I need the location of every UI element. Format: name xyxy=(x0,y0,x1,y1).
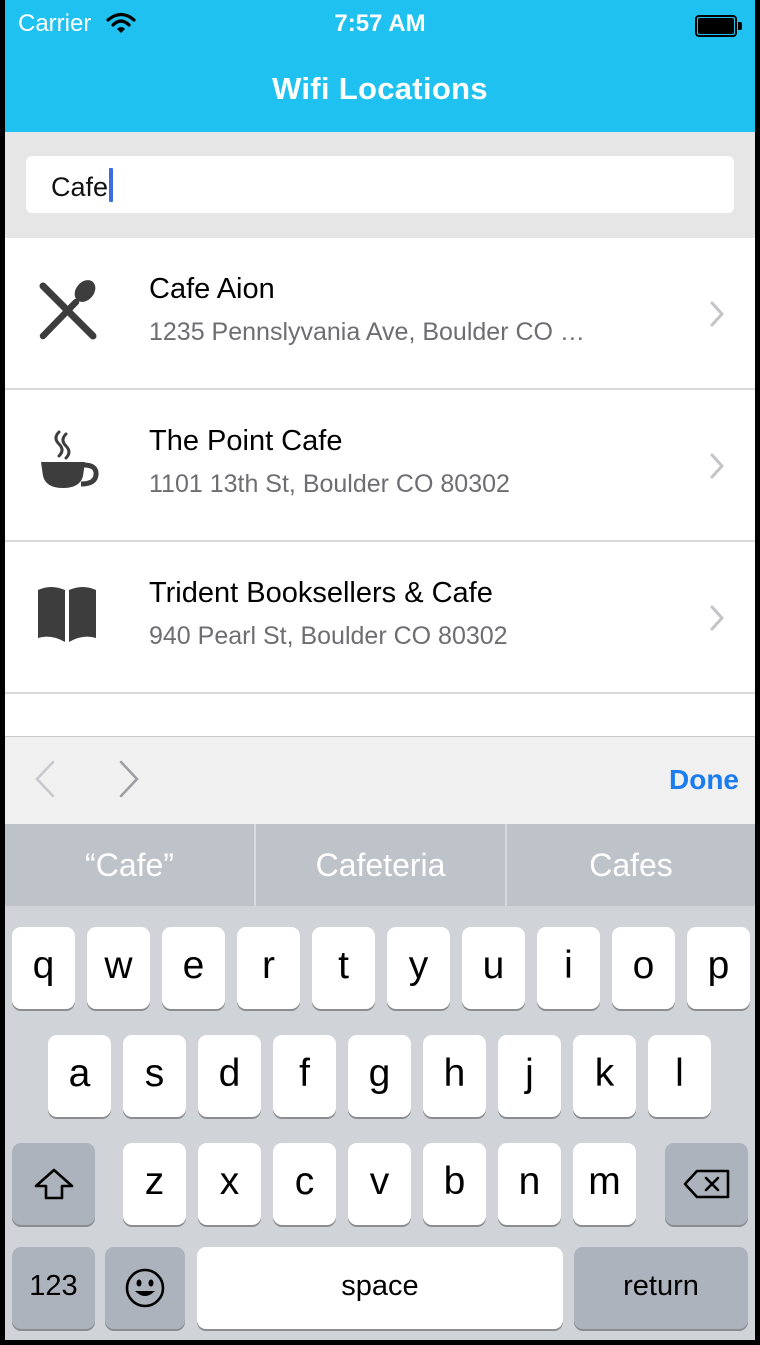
key-x[interactable]: x xyxy=(198,1143,261,1225)
app-screen: Carrier 7:57 AM Wifi Locations Cafe Cafe… xyxy=(5,0,755,1340)
search-input[interactable]: Cafe xyxy=(26,156,734,213)
backspace-icon xyxy=(683,1169,729,1199)
key-d[interactable]: d xyxy=(198,1035,261,1117)
key-s[interactable]: s xyxy=(123,1035,186,1117)
book-icon xyxy=(38,587,96,642)
key-u[interactable]: u xyxy=(462,927,525,1009)
key-t[interactable]: t xyxy=(312,927,375,1009)
location-row[interactable]: The Point Cafe 1101 13th St, Boulder CO … xyxy=(5,390,755,542)
key-b[interactable]: b xyxy=(423,1143,486,1225)
key-f[interactable]: f xyxy=(273,1035,336,1117)
clock-label: 7:57 AM xyxy=(334,10,426,37)
text-cursor xyxy=(109,168,114,202)
key-w[interactable]: w xyxy=(87,927,150,1009)
search-bar: Cafe xyxy=(5,132,755,238)
key-o[interactable]: o xyxy=(612,927,675,1009)
shift-key[interactable] xyxy=(12,1143,95,1225)
keyboard: “Cafe” Cafeteria Cafes qwertyuiop asdfgh… xyxy=(5,824,755,1340)
location-list: Cafe Aion 1235 Pennslyvania Ave, Boulder… xyxy=(5,238,755,694)
shift-arrow-icon xyxy=(34,1168,73,1200)
chevron-right-icon xyxy=(710,453,724,479)
key-a[interactable]: a xyxy=(48,1035,111,1117)
location-address: 1101 13th St, Boulder CO 80302 xyxy=(149,470,510,498)
key-q[interactable]: q xyxy=(12,927,75,1009)
previous-field-button[interactable] xyxy=(33,759,57,799)
key-l[interactable]: l xyxy=(648,1035,711,1117)
done-button[interactable]: Done xyxy=(669,764,739,796)
restaurant-icon xyxy=(39,280,97,340)
key-c[interactable]: c xyxy=(273,1143,336,1225)
key-i[interactable]: i xyxy=(537,927,600,1009)
return-key[interactable]: return xyxy=(574,1247,748,1329)
location-row[interactable]: Trident Booksellers & Cafe 940 Pearl St,… xyxy=(5,542,755,694)
key-h[interactable]: h xyxy=(423,1035,486,1117)
backspace-key[interactable] xyxy=(665,1143,748,1225)
key-r[interactable]: r xyxy=(237,927,300,1009)
keyboard-accessory-bar: Done xyxy=(5,736,755,824)
key-k[interactable]: k xyxy=(573,1035,636,1117)
key-y[interactable]: y xyxy=(387,927,450,1009)
suggestion-item[interactable]: “Cafe” xyxy=(5,824,254,906)
location-name: The Point Cafe xyxy=(149,425,343,457)
location-name: Trident Booksellers & Cafe xyxy=(149,577,493,609)
chevron-right-icon xyxy=(710,301,724,327)
key-p[interactable]: p xyxy=(687,927,750,1009)
page-title: Wifi Locations xyxy=(272,71,488,106)
location-row[interactable]: Cafe Aion 1235 Pennslyvania Ave, Boulder… xyxy=(5,238,755,390)
next-field-button[interactable] xyxy=(117,759,141,799)
emoji-icon xyxy=(125,1268,165,1308)
numbers-key[interactable]: 123 xyxy=(12,1247,95,1329)
suggestion-item[interactable]: Cafeteria xyxy=(256,824,505,906)
location-name: Cafe Aion xyxy=(149,273,275,305)
location-address: 1235 Pennslyvania Ave, Boulder CO … xyxy=(149,318,585,346)
key-m[interactable]: m xyxy=(573,1143,636,1225)
coffee-cup-icon xyxy=(41,430,99,488)
search-input-value: Cafe xyxy=(51,172,109,202)
battery-icon xyxy=(695,15,743,37)
key-g[interactable]: g xyxy=(348,1035,411,1117)
chevron-right-icon xyxy=(710,605,724,631)
location-address: 940 Pearl St, Boulder CO 80302 xyxy=(149,622,508,650)
suggestion-item[interactable]: Cafes xyxy=(507,824,755,906)
key-z[interactable]: z xyxy=(123,1143,186,1225)
key-j[interactable]: j xyxy=(498,1035,561,1117)
space-key[interactable]: space xyxy=(197,1247,563,1329)
key-e[interactable]: e xyxy=(162,927,225,1009)
navigation-header: Carrier 7:57 AM Wifi Locations xyxy=(5,0,755,132)
key-v[interactable]: v xyxy=(348,1143,411,1225)
emoji-key[interactable] xyxy=(105,1247,185,1329)
key-n[interactable]: n xyxy=(498,1143,561,1225)
predictive-suggestions-bar: “Cafe” Cafeteria Cafes xyxy=(5,824,755,906)
